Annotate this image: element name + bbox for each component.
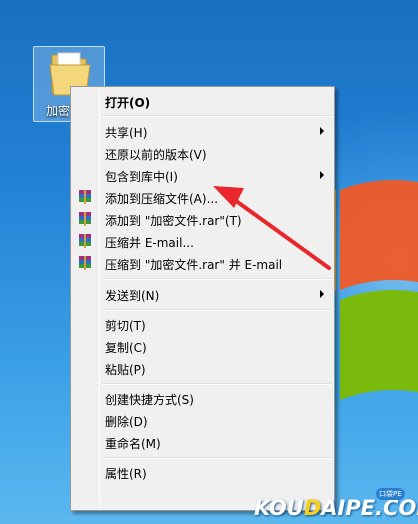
menu-separator <box>102 309 332 311</box>
menu-separator <box>102 383 332 385</box>
menu-item-paste[interactable]: 粘贴(P) <box>73 357 332 379</box>
menu-separator <box>102 278 332 280</box>
winrar-icon <box>79 212 91 226</box>
menu-item-label: 删除(D) <box>105 415 148 429</box>
watermark-part-c: AIPE.COM <box>321 496 418 520</box>
menu-item-label: 还原以前的版本(V) <box>105 148 207 162</box>
menu-item-label: 压缩到 "加密文件.rar" 并 E-mail <box>105 258 283 272</box>
menu-item-label: 打开(O) <box>105 96 151 110</box>
menu-item-label: 添加到 "加密文件.rar"(T) <box>105 214 242 228</box>
menu-item-cut[interactable]: 剪切(T) <box>73 313 332 335</box>
winrar-icon <box>79 256 91 270</box>
menu-item-delete[interactable]: 删除(D) <box>73 409 332 431</box>
menu-item-rename[interactable]: 重命名(M) <box>73 431 332 453</box>
menu-item-label: 发送到(N) <box>105 289 160 303</box>
menu-item-label: 添加到压缩文件(A)... <box>105 192 219 206</box>
menu-item-label: 重命名(M) <box>105 437 161 451</box>
desktop-folder-label: 加密 <box>46 104 71 118</box>
submenu-arrow-icon <box>320 171 324 179</box>
menu-item-label: 创建快捷方式(S) <box>105 393 194 407</box>
watermark-part-b: D <box>303 496 322 520</box>
menu-item-open[interactable]: 打开(O) <box>73 90 332 112</box>
menu-item-label: 压缩并 E-mail... <box>105 236 194 250</box>
menu-item-label: 剪切(T) <box>105 319 146 333</box>
menu-item-include-in-library[interactable]: 包含到库中(I) <box>73 164 332 186</box>
menu-item-label: 属性(R) <box>105 467 147 481</box>
menu-separator <box>102 115 332 117</box>
winrar-icon <box>79 234 91 248</box>
menu-item-label: 包含到库中(I) <box>105 170 178 184</box>
menu-item-restore-versions[interactable]: 还原以前的版本(V) <box>73 142 332 164</box>
menu-item-label: 粘贴(P) <box>105 363 146 377</box>
watermark-part-a: KOU <box>254 496 304 520</box>
context-menu: 打开(O) 共享(H) 还原以前的版本(V) 包含到库中(I) 添加到压缩文件(… <box>70 86 335 511</box>
menu-item-create-shortcut[interactable]: 创建快捷方式(S) <box>73 387 332 409</box>
winrar-icon <box>79 190 91 204</box>
menu-item-label: 共享(H) <box>105 126 148 140</box>
menu-separator <box>102 457 332 459</box>
menu-item-add-to-archive[interactable]: 添加到压缩文件(A)... <box>73 186 332 208</box>
menu-item-properties[interactable]: 属性(R) <box>73 461 332 483</box>
menu-item-add-to-rar[interactable]: 添加到 "加密文件.rar"(T) <box>73 208 332 230</box>
submenu-arrow-icon <box>320 290 324 298</box>
menu-item-compress-email[interactable]: 压缩并 E-mail... <box>73 230 332 252</box>
menu-item-label: 复制(C) <box>105 341 147 355</box>
menu-item-copy[interactable]: 复制(C) <box>73 335 332 357</box>
menu-item-send-to[interactable]: 发送到(N) <box>73 283 332 305</box>
submenu-arrow-icon <box>320 127 324 135</box>
menu-item-compress-to-rar-email[interactable]: 压缩到 "加密文件.rar" 并 E-mail <box>73 252 332 274</box>
watermark-badge: 口袋PE <box>376 488 405 500</box>
menu-item-share[interactable]: 共享(H) <box>73 120 332 142</box>
